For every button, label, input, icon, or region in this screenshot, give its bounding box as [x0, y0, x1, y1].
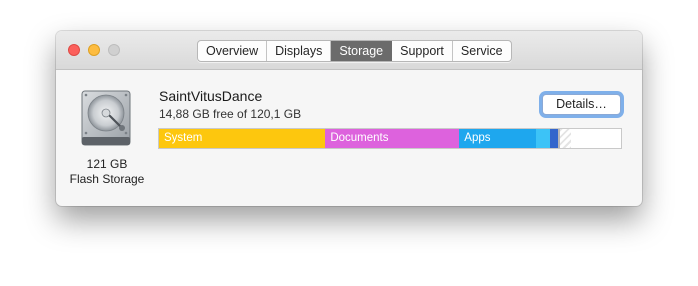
- disk-name: SaintVitusDance: [159, 88, 263, 104]
- storage-segment-3[interactable]: [536, 129, 551, 148]
- details-button[interactable]: Details…: [542, 94, 621, 115]
- storage-usage-bar: System Documents Apps: [158, 128, 622, 149]
- drive-type: Flash Storage: [69, 172, 145, 186]
- zoom-button[interactable]: [108, 44, 120, 56]
- tab-storage[interactable]: Storage: [331, 41, 393, 61]
- tab-displays[interactable]: Displays: [267, 41, 332, 61]
- storage-segment-7[interactable]: [570, 129, 621, 148]
- storage-segment-6[interactable]: [560, 129, 571, 148]
- drive-caption: 121 GB Flash Storage: [66, 157, 148, 187]
- tab-overview[interactable]: Overview: [198, 41, 268, 61]
- close-button[interactable]: [68, 44, 80, 56]
- tab-bar: Overview Displays Storage Support Servic…: [197, 40, 512, 62]
- title-bar: Overview Displays Storage Support Servic…: [56, 31, 642, 70]
- tab-service[interactable]: Service: [453, 41, 511, 61]
- minimize-button[interactable]: [88, 44, 100, 56]
- about-this-mac-window: Overview Displays Storage Support Servic…: [56, 31, 642, 206]
- drive-capacity: 121 GB: [86, 157, 128, 171]
- storage-segment-documents[interactable]: Documents: [325, 129, 460, 148]
- hard-drive-icon: [80, 89, 132, 147]
- storage-segment-4[interactable]: [550, 129, 559, 148]
- storage-segment-apps[interactable]: Apps: [459, 129, 537, 148]
- tab-support[interactable]: Support: [392, 41, 453, 61]
- disk-free-space: 14,88 GB free of 120,1 GB: [159, 107, 302, 121]
- storage-segment-system[interactable]: System: [159, 129, 326, 148]
